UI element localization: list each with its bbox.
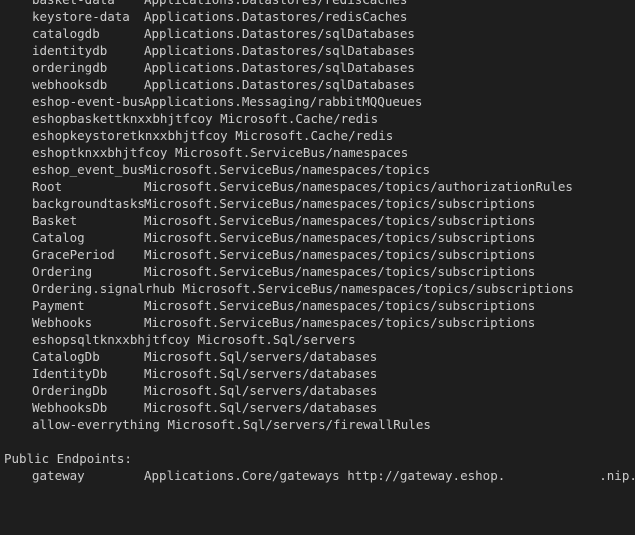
resource-name: WebhooksDb [32,400,108,415]
endpoint-row: gateway Applications.Core/gateways http:… [0,467,635,484]
endpoint-name: gateway [32,468,85,483]
resource-type: Microsoft.Sql/servers/firewallRules [167,417,431,432]
resource-row: eshop_event_bus Microsoft.ServiceBus/name… [0,161,635,178]
resource-name: orderingdb [32,60,108,75]
resource-name: allow-everrything [32,417,160,432]
resource-row: Ordering.signalrhub Microsoft.ServiceBus… [0,280,635,297]
resource-name: eshop_event_bus [32,162,145,177]
resource-type: Applications.Datastores/sqlDatabases [144,77,415,92]
resource-type: Microsoft.ServiceBus/namespaces/topics/s… [144,315,536,330]
resource-type: Microsoft.ServiceBus/namespaces/topics/s… [144,264,536,279]
resource-row: Basket Microsoft.ServiceBus/namespaces/to… [0,212,635,229]
resource-row: eshop-event-bus Applications.Messaging/ra… [0,93,635,110]
resource-type: Applications.Datastores/sqlDatabases [144,26,415,41]
resource-name: keystore-data [32,9,130,24]
endpoint-url-end[interactable]: .nip.io [599,468,635,483]
resource-row: allow-everrything Microsoft.Sql/servers/… [0,416,635,433]
resource-row: Payment Microsoft.ServiceBus/namespaces/t… [0,297,635,314]
resource-type: Microsoft.Sql/servers [197,332,356,347]
resource-row: GracePeriod Microsoft.ServiceBus/namespac… [0,246,635,263]
resource-row: eshopkeystoretknxxbhjtfcoy Microsoft.Cac… [0,127,635,144]
resource-name: eshopkeystoretknxxbhjtfcoy [32,128,228,143]
resource-type: Microsoft.ServiceBus/namespaces [175,145,409,160]
resource-type: Applications.Datastores/sqlDatabases [144,43,415,58]
resource-name: Root [32,179,63,194]
endpoint-url-start[interactable]: http://gateway.eshop. [347,468,505,483]
resource-row: Catalog Microsoft.ServiceBus/namespaces/t… [0,229,635,246]
resource-name: Payment [32,298,85,313]
resource-entry: eshopkeystoretknxxbhjtfcoy Microsoft.Cac… [32,127,393,144]
resource-entry: eshopbaskettknxxbhjtfcoy Microsoft.Cache… [32,110,378,127]
resource-type: Applications.Messaging/rabbitMQQueues [144,94,423,109]
resource-name: Webhooks [32,315,93,330]
resource-type: Microsoft.Sql/servers/databases [144,349,378,364]
resource-name: identitydb [32,43,108,58]
resource-row: OrderingDb Microsoft.Sql/servers/database… [0,382,635,399]
resource-row: eshoptknxxbhjtfcoy Microsoft.ServiceBus/… [0,144,635,161]
resource-list: basket-data Applications.Datastores/redis… [0,0,635,433]
resource-row: webhooksdb Applications.Datastores/sqlDat… [0,76,635,93]
resource-name: basket-data [32,0,115,8]
resource-type: Applications.Datastores/redisCaches [144,9,408,24]
resource-name: Catalog [32,230,85,245]
resource-entry: Ordering.signalrhub Microsoft.ServiceBus… [32,280,574,297]
resource-name: Ordering.signalrhub [32,281,175,296]
resource-name: catalogdb [32,26,100,41]
resource-name: eshopbaskettknxxbhjtfcoy [32,111,213,126]
resource-type: Microsoft.Sql/servers/databases [144,366,378,381]
resource-type: Microsoft.ServiceBus/namespaces/topics/s… [144,247,536,262]
terminal-output: basket-data Applications.Datastores/redis… [0,0,635,496]
resource-type: Microsoft.Sql/servers/databases [144,400,378,415]
resource-row: backgroundtasks Microsoft.ServiceBus/name… [0,195,635,212]
resource-name: CatalogDb [32,349,100,364]
resource-type: Microsoft.ServiceBus/namespaces/topics/s… [144,230,536,245]
resource-type: Microsoft.Sql/servers/databases [144,383,378,398]
resource-name: Ordering [32,264,93,279]
resource-type: Microsoft.ServiceBus/namespaces/topics [144,162,430,177]
resource-name: eshoptknxxbhjtfcoy [32,145,168,160]
resource-entry: eshoptknxxbhjtfcoy Microsoft.ServiceBus/… [32,144,408,161]
resource-row: WebhooksDb Microsoft.Sql/servers/database… [0,399,635,416]
resource-row: Webhooks Microsoft.ServiceBus/namespaces/… [0,314,635,331]
resource-type: Microsoft.ServiceBus/namespaces/topics/s… [182,281,574,296]
resource-name: webhooksdb [32,77,108,92]
resource-row: Ordering Microsoft.ServiceBus/namespaces/… [0,263,635,280]
resource-row: eshopsqltknxxbhjtfcoy Microsoft.Sql/serv… [0,331,635,348]
resource-name: OrderingDb [32,383,108,398]
resource-name: eshopsqltknxxbhjtfcoy [32,332,191,347]
resource-type: Microsoft.ServiceBus/namespaces/topics/s… [144,213,536,228]
endpoints-heading-row: Public Endpoints: [0,450,635,467]
resource-name: GracePeriod [32,247,115,262]
resource-name: eshop-event-bus [32,94,145,109]
resource-name: Basket [32,213,78,228]
resource-row: identitydb Applications.Datastores/sqlDat… [0,42,635,59]
resource-type: Applications.Datastores/sqlDatabases [144,60,415,75]
resource-type: Microsoft.Cache/redis [220,111,379,126]
resource-type: Applications.Datastores/redisCaches [144,0,407,8]
resource-type: Microsoft.Cache/redis [235,128,394,143]
redacted-segment [505,470,600,483]
resource-name: IdentityDb [32,366,108,381]
resource-row: catalogdb Applications.Datastores/sqlData… [0,25,635,42]
resource-row: Root Microsoft.ServiceBus/namespaces/topi… [0,178,635,195]
resource-type: Microsoft.ServiceBus/namespaces/topics/s… [144,196,536,211]
resource-row: IdentityDb Microsoft.Sql/servers/database… [0,365,635,382]
endpoint-type: Applications.Core/gateways [144,468,340,483]
resource-row: keystore-data Applications.Datastores/red… [0,8,635,25]
resource-entry: eshopsqltknxxbhjtfcoy Microsoft.Sql/serv… [32,331,356,348]
resource-row: eshopbaskettknxxbhjtfcoy Microsoft.Cache… [0,110,635,127]
resource-type: Microsoft.ServiceBus/namespaces/topics/s… [144,298,536,313]
resource-type: Microsoft.ServiceBus/namespaces/topics/a… [144,179,573,194]
resource-entry: allow-everrything Microsoft.Sql/servers/… [32,416,431,433]
resource-row: orderingdb Applications.Datastores/sqlDat… [0,59,635,76]
endpoint-detail: Applications.Core/gateways http://gatewa… [144,467,635,484]
resource-row: CatalogDb Microsoft.Sql/servers/databases [0,348,635,365]
resource-name: backgroundtasks [32,196,145,211]
resource-row: basket-data Applications.Datastores/redis… [0,0,635,8]
endpoints-heading: Public Endpoints: [4,451,132,466]
